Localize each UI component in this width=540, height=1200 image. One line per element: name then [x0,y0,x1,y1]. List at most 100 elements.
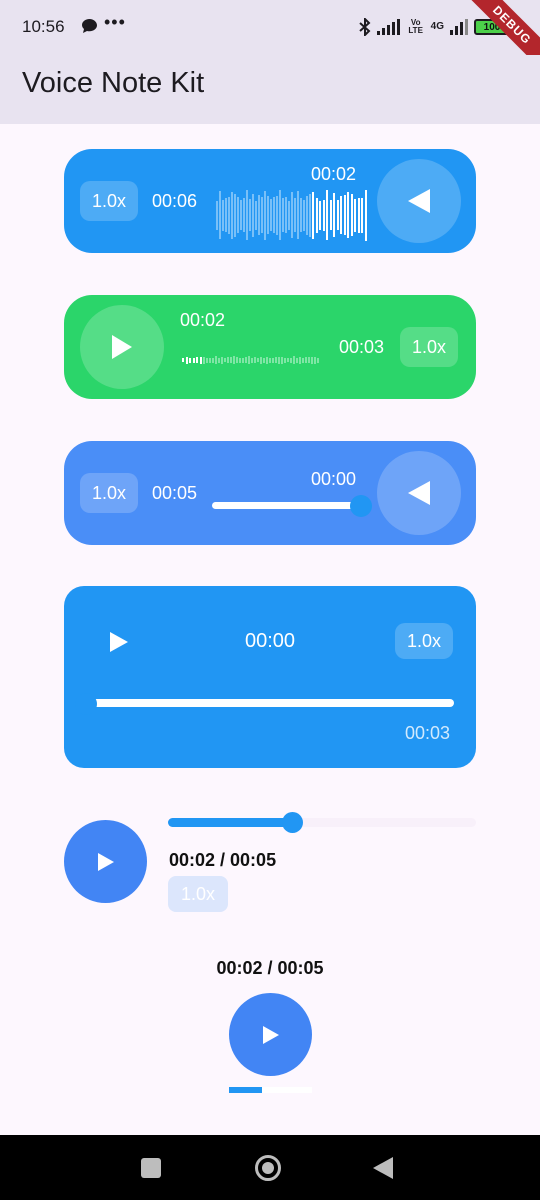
seek-slider-thumb[interactable] [282,812,303,833]
duration-label: 00:03 [339,337,385,357]
waveform-bar [263,357,265,363]
waveform-bar [215,356,217,364]
play-button-6[interactable] [229,993,312,1076]
waveform-bar [185,356,188,364]
waveform-bar [251,357,253,363]
signal-icon-2 [450,19,468,35]
speed-button[interactable]: 1.0x [80,473,139,513]
voice-note-player-3: 1.0x 00:05 00:00 [64,441,476,545]
waveform-bar [266,356,268,364]
page-title: Voice Note Kit [22,67,205,99]
waveform-bar [249,199,251,231]
signal-icon [376,19,400,35]
waveform-bar [243,198,245,232]
play-icon [97,852,114,871]
voice-note-player-4: 00:00 1.0x 00:03 [64,586,476,768]
waveform-bar [258,195,260,235]
waveform-bar [216,200,218,230]
seek-slider-track[interactable] [86,699,454,707]
time-label: 00:02 / 00:05 [169,850,277,870]
waveform-bar [296,357,298,363]
waveform-bar [317,357,319,363]
waveform-bar [224,358,226,362]
seek-slider-track[interactable] [212,502,362,509]
waveform-bar [293,356,295,364]
waveform-bar [347,192,349,238]
waveform-bar [267,196,269,234]
speed-button[interactable]: 1.0x [168,876,228,912]
waveform-bar [206,357,208,363]
waveform-bar [209,357,211,363]
waveform-bar [252,193,254,237]
waveform-bar [225,198,227,232]
speed-button[interactable]: 1.0x [80,181,139,221]
waveform-bar [273,197,275,233]
waveform-bar [254,357,256,363]
waveform-bar [281,356,283,364]
bluetooth-icon [358,18,371,36]
waveform-bar [343,195,346,235]
waveform-bar [272,357,274,363]
waveform-bar [336,200,339,230]
waveform[interactable] [182,348,319,372]
waveform-bar [282,198,284,232]
waveform-bar [237,197,239,233]
play-button[interactable] [377,159,461,243]
seek-slider-progress [168,818,292,827]
waveform-bar [329,200,332,230]
speed-button[interactable]: 1.0x [395,623,454,659]
play-icon [112,335,132,359]
waveform-bar [203,356,205,364]
waveform-bar [189,357,191,363]
waveform-bar [236,357,238,363]
waveform-bar [322,199,325,231]
status-icons: Vo LTE 4G 100 [358,16,513,38]
waveform-bar [306,195,308,235]
waveform-bar [227,357,229,363]
speed-button[interactable]: 1.0x [400,327,459,367]
waveform-bar [284,357,286,363]
play-icon [262,1025,279,1044]
waveform-bar [290,357,292,363]
waveform-bar [278,356,280,364]
overflow-dots: ••• [104,12,126,32]
waveform-bar [312,191,314,239]
recents-icon[interactable] [141,1158,161,1178]
app-bar: Voice Note Kit [0,55,540,124]
waveform-bar [364,189,367,241]
waveform-bar [305,357,307,363]
play-button[interactable] [377,451,461,535]
play-button-5[interactable] [64,820,147,903]
status-bar: 10:56 ••• Vo LTE 4G 100 DEBUG [0,0,540,76]
waveform-bar [255,200,257,230]
waveform-bar [212,357,214,363]
waveform-bar [230,357,232,363]
waveform-bar [326,190,328,240]
waveform-bar [294,198,296,232]
home-icon[interactable] [255,1155,281,1181]
waveform-bar [192,357,195,363]
volte-icon: Vo LTE [408,18,423,35]
waveform-bar [233,356,235,364]
waveform[interactable] [216,187,367,243]
waveform-bar [260,356,262,364]
back-icon[interactable] [373,1157,393,1179]
waveform-bar [300,198,302,232]
status-time: 10:56 [22,17,65,36]
waveform-bar [257,358,259,362]
play-reverse-icon [408,189,430,213]
waveform-bar [234,193,236,237]
waveform-bar [285,197,287,233]
waveform-bar [248,356,250,364]
waveform-bar [311,356,313,364]
waveform-bar [314,356,316,364]
waveform-bar [246,190,248,240]
position-label: 00:02 [180,310,226,330]
waveform-bar [287,358,289,362]
waveform-bar [270,199,272,231]
play-button[interactable] [80,305,164,389]
waveform-bar [291,192,293,238]
seek-slider-thumb[interactable] [350,495,372,517]
waveform-bar [231,191,233,239]
seek-slider-thumb[interactable] [75,693,97,715]
